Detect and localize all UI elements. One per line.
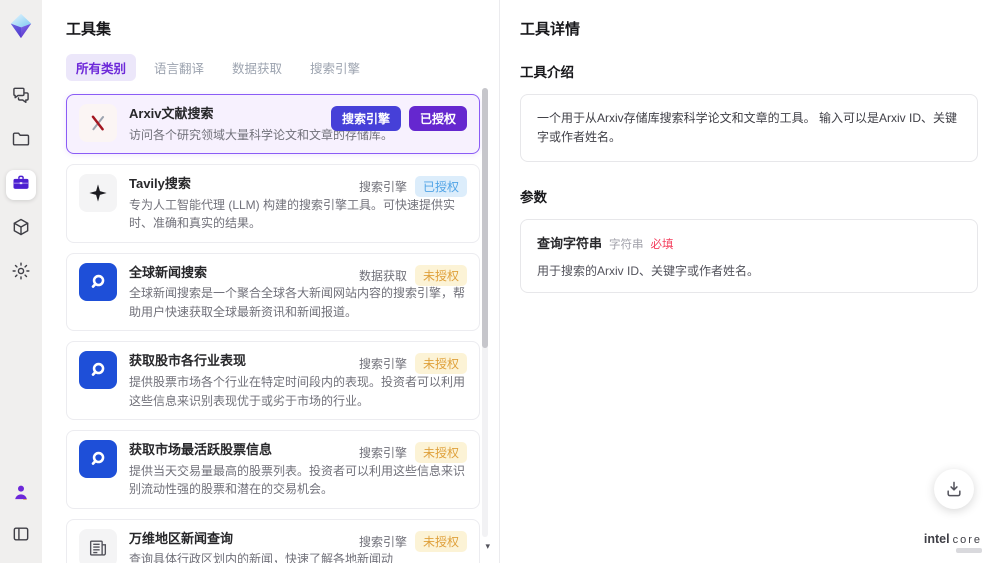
sidebar-item-panel-toggle[interactable] [6,521,36,551]
auth-badge: 未授权 [414,264,467,286]
core-brand-text: core [952,534,982,546]
category-button[interactable]: 搜索引擎 [330,106,401,131]
param-list: 查询字符串 字符串 必填用于搜索的Arxiv ID、关键字或作者姓名。 [520,219,978,294]
sidebar-nav [6,82,36,288]
sidebar-item-cube[interactable] [6,214,36,244]
tab-1[interactable]: 语言翻译 [144,54,214,81]
news-search-icon [79,262,117,301]
category-label: 搜索引擎 [358,357,407,372]
auth-badge: 已授权 [414,176,467,198]
tab-2[interactable]: 数据获取 [222,54,292,81]
intel-brand-text: intel [923,532,950,546]
param-required-badge: 必填 [650,239,674,252]
intro-heading: 工具介绍 [520,65,574,80]
app-logo-icon[interactable] [7,12,35,40]
tool-card[interactable]: 获取市场最活跃股票信息 提供当天交易量最高的股票列表。投资者可以利用这些信息来识别… [66,430,480,509]
chat-icon [11,85,31,110]
tool-card[interactable]: 全球新闻搜索 全球新闻搜索是一个聚合全球各大新闻网站内容的搜索引擎，帮助用户快速获… [66,252,480,332]
tool-list-pane: 工具集 所有类别 语言翻译 数据获取 搜索引擎 Arxiv文献搜索 访问各个研究领域大量… [42,0,500,563]
sidebar-item-settings[interactable] [6,258,36,288]
tool-card[interactable]: 万维地区新闻查询 查询具体行政区划内的新闻，快速了解各地新闻动 搜索引擎 未授权 [66,518,480,563]
panel-toggle-icon [11,524,31,549]
tool-list: Arxiv文献搜索 访问各个研究领域大量科学论文和文章的存储库。 搜索引擎 已授权 Ta… [66,94,480,563]
folder-icon [11,129,31,154]
auth-badge: 未授权 [414,353,467,375]
tool-description: 提供当天交易量最高的股票列表。投资者可以利用这些信息来识别流动性强的股票和潜在的… [129,463,466,497]
params-heading: 参数 [520,190,547,206]
category-label: 数据获取 [358,268,407,283]
user-icon [11,482,31,507]
tab-3[interactable]: 搜索引擎 [300,54,370,81]
param-description: 用于搜索的Arxiv ID、关键字或作者姓名。 [537,264,760,279]
scrollbar-track[interactable] [482,88,488,537]
category-label: 搜索引擎 [358,180,407,195]
auth-button[interactable]: 已授权 [408,106,467,131]
sidebar [0,0,42,563]
tool-description: 全球新闻搜索是一个聚合全球各大新闻网站内容的搜索引擎，帮助用户快速获取全球最新资… [129,286,466,319]
tool-card[interactable]: Tavily搜索 专为人工智能代理 (LLM) 构建的搜索引擎工具。可快速提供实时… [66,164,480,243]
sidebar-item-chat[interactable] [6,82,36,112]
regional-news-icon [79,528,117,563]
sidebar-bottom [6,479,36,551]
tab-0[interactable]: 所有类别 [66,54,137,81]
cube-icon [11,217,31,242]
sidebar-item-user[interactable] [6,479,36,509]
scrollbar-thumb[interactable] [482,88,488,348]
category-label: 搜索引擎 [358,534,407,549]
scroll-down-caret[interactable]: ▾ [485,542,490,551]
category-tabs: 所有类别 语言翻译 数据获取 搜索引擎 [66,54,499,81]
app-window: 工具集 所有类别 语言翻译 数据获取 搜索引擎 Arxiv文献搜索 访问各个研究领域大量… [0,0,1000,563]
tool-detail-pane: 工具详情 工具介绍 一个用于从Arxiv存储库搜索科学论文和文章的工具。 输入可… [500,0,1000,563]
param-name: 查询字符串 [537,236,603,252]
tool-description: 专为人工智能代理 (LLM) 构建的搜索引擎工具。可快速提供实时、准确和真实的结… [129,197,456,231]
intel-sub-badge [956,548,982,553]
intro-box: 一个用于从Arxiv存储库搜索科学论文和文章的工具。 输入可以是Arxiv ID… [520,94,978,163]
auth-badge: 未授权 [414,530,467,552]
tool-card[interactable]: Arxiv文献搜索 访问各个研究领域大量科学论文和文章的存储库。 搜索引擎 已授权 [66,94,480,155]
stock-sectors-icon [79,351,117,390]
page-title: 工具集 [66,21,112,38]
settings-icon [11,261,31,286]
tavily-icon [79,174,117,213]
sidebar-item-toolbox[interactable] [6,170,36,200]
category-label: 搜索引擎 [358,446,407,461]
toolbox-icon [11,173,31,198]
tool-card[interactable]: 获取股市各行业表现 提供股票市场各个行业在特定时间段内的表现。投资者可以利用这些信… [66,341,480,421]
sidebar-item-folder[interactable] [6,126,36,156]
detail-title: 工具详情 [520,21,581,38]
param-item: 查询字符串 字符串 必填用于搜索的Arxiv ID、关键字或作者姓名。 [520,219,978,294]
param-type: 字符串 [609,239,644,252]
download-button[interactable] [934,469,974,509]
stock-actives-icon [79,440,117,479]
intel-core-logo: intel core [924,532,982,553]
tool-description: 提供股票市场各个行业在特定时间段内的表现。投资者可以利用这些信息来识别表现优于或… [129,374,466,408]
arxiv-icon [79,104,117,142]
tool-description: 查询具体行政区划内的新闻，快速了解各地新闻动 [129,552,394,563]
auth-badge: 未授权 [414,442,467,464]
